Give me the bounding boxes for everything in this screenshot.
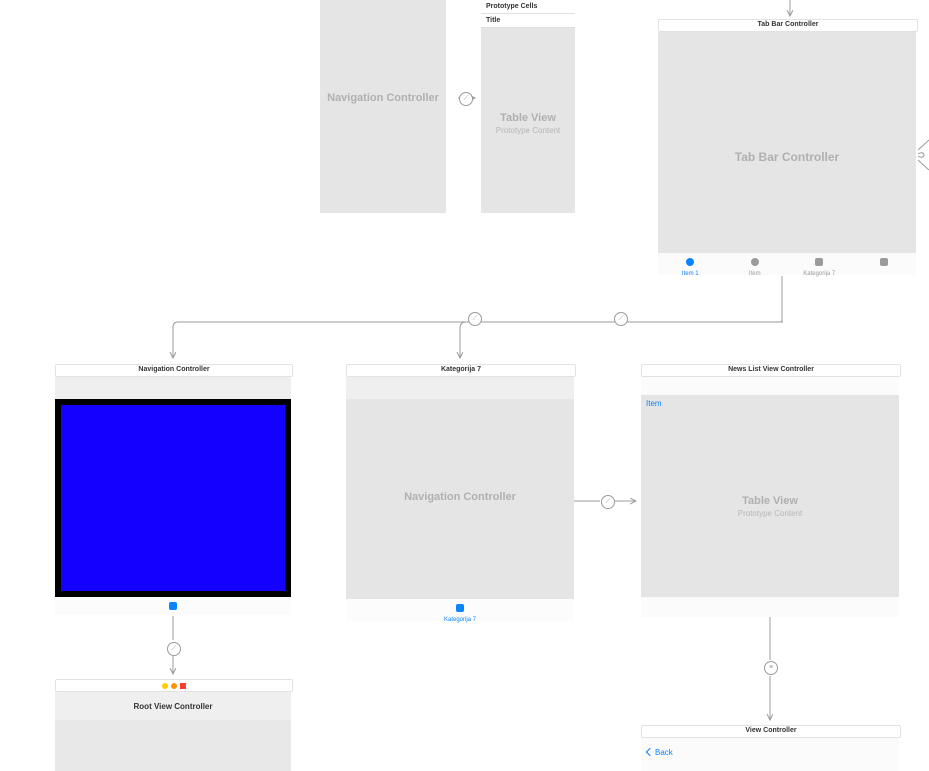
view-controller-scene-body[interactable]: Back xyxy=(641,738,899,771)
view-controller-scene-title-label: View Controller xyxy=(745,727,796,735)
navigation-controller-label: Navigation Controller xyxy=(320,92,446,104)
tab-bar-scene-body[interactable]: Tab Bar Controller Item 1 Item Kategorij… xyxy=(658,32,916,275)
news-list-body-sub: Prototype Content xyxy=(641,509,899,518)
kategorija-body-label: Navigation Controller xyxy=(346,491,574,503)
nav-scene-2-title[interactable]: Navigation Controller xyxy=(55,364,293,377)
news-list-navbar xyxy=(641,377,899,395)
view-controller-scene-title[interactable]: View Controller xyxy=(641,725,901,738)
tab-bar[interactable]: Item 1 Item Kategorija 7 xyxy=(658,252,916,275)
vc-dot-red xyxy=(180,683,186,689)
kategorija-scene-title[interactable]: Kategorija 7 xyxy=(346,364,576,377)
nav-scene-2-content xyxy=(61,405,285,591)
tab-item-1[interactable]: Item 1 xyxy=(658,253,723,275)
root-scene-nav-title: Root View Controller xyxy=(134,702,213,711)
nav-scene-2-body[interactable] xyxy=(55,377,291,615)
nav-scene-2-tabbar[interactable] xyxy=(55,597,291,615)
news-list-scene-title[interactable]: News List View Controller xyxy=(641,364,901,377)
view-controller-navbar[interactable]: Back xyxy=(641,738,899,766)
prototype-cells-header: Prototype Cells xyxy=(481,0,575,14)
prototype-cell-title: Title xyxy=(481,14,575,28)
back-button-label[interactable]: Back xyxy=(655,748,673,757)
table-view-label: Table View xyxy=(481,112,575,124)
tab-bar-body-label: Tab Bar Controller xyxy=(658,150,916,164)
prototype-content-label: Prototype Content xyxy=(481,126,575,135)
root-scene-body[interactable]: Root View Controller Prototype Cells xyxy=(55,692,291,771)
tab-bar-scene-title[interactable]: Tab Bar Controller xyxy=(658,19,918,32)
navigation-controller-top-body[interactable]: Navigation Controller xyxy=(320,0,446,213)
segue-icon: ⟋ xyxy=(601,495,615,509)
tab-item-1-label: Item 1 xyxy=(658,271,723,277)
tab-item-2[interactable]: Item xyxy=(723,253,788,275)
kategorija-tabbar[interactable]: Kategorija 7 xyxy=(346,599,574,621)
back-caret-icon xyxy=(646,748,654,756)
nav-scene-2-navbar xyxy=(55,377,291,399)
tab-icon-square xyxy=(169,602,177,610)
news-list-item-label: Item xyxy=(646,399,662,408)
tab-icon-square xyxy=(456,604,464,612)
tab-icon-circle xyxy=(751,258,759,266)
kategorija-navbar xyxy=(346,377,574,399)
table-view-scene-top[interactable]: Prototype Cells Title Table View Prototy… xyxy=(481,0,575,213)
root-scene-navbar: Root View Controller xyxy=(55,692,291,720)
segue-icon: ⟋ xyxy=(468,312,482,326)
news-list-scene-body[interactable]: Item Table View Prototype Content xyxy=(641,377,899,617)
news-list-tabbar xyxy=(641,596,899,617)
tab-icon-square xyxy=(815,258,823,266)
tab-bar-scene-title-label: Tab Bar Controller xyxy=(758,21,819,29)
kategorija-tab-label: Kategorija 7 xyxy=(346,617,574,623)
tab-icon-square xyxy=(880,258,888,266)
nav-scene-2-title-label: Navigation Controller xyxy=(138,366,209,374)
kategorija-scene-title-label: Kategorija 7 xyxy=(441,366,481,374)
root-scene-titlebar[interactable] xyxy=(55,679,293,692)
segue-icon: ⟋ xyxy=(459,92,473,106)
tab-item-4[interactable] xyxy=(852,253,917,275)
news-list-body-title: Table View xyxy=(641,495,899,507)
tab-icon-circle xyxy=(686,258,694,266)
kategorija-scene-body[interactable]: Navigation Controller Kategorija 7 xyxy=(346,377,574,621)
news-list-scene-title-label: News List View Controller xyxy=(728,366,814,374)
tab-item-3[interactable]: Kategorija 7 xyxy=(787,253,852,275)
segue-icon: ⟋ xyxy=(614,312,628,326)
tab-item-2-label: Item xyxy=(723,271,788,277)
vc-dot-orange xyxy=(171,683,177,689)
vc-dot-yellow xyxy=(162,683,168,689)
segue-icon: ⟋ xyxy=(167,642,181,656)
tab-item-3-label: Kategorija 7 xyxy=(787,271,852,277)
segue-icon: ≡ xyxy=(764,661,778,675)
